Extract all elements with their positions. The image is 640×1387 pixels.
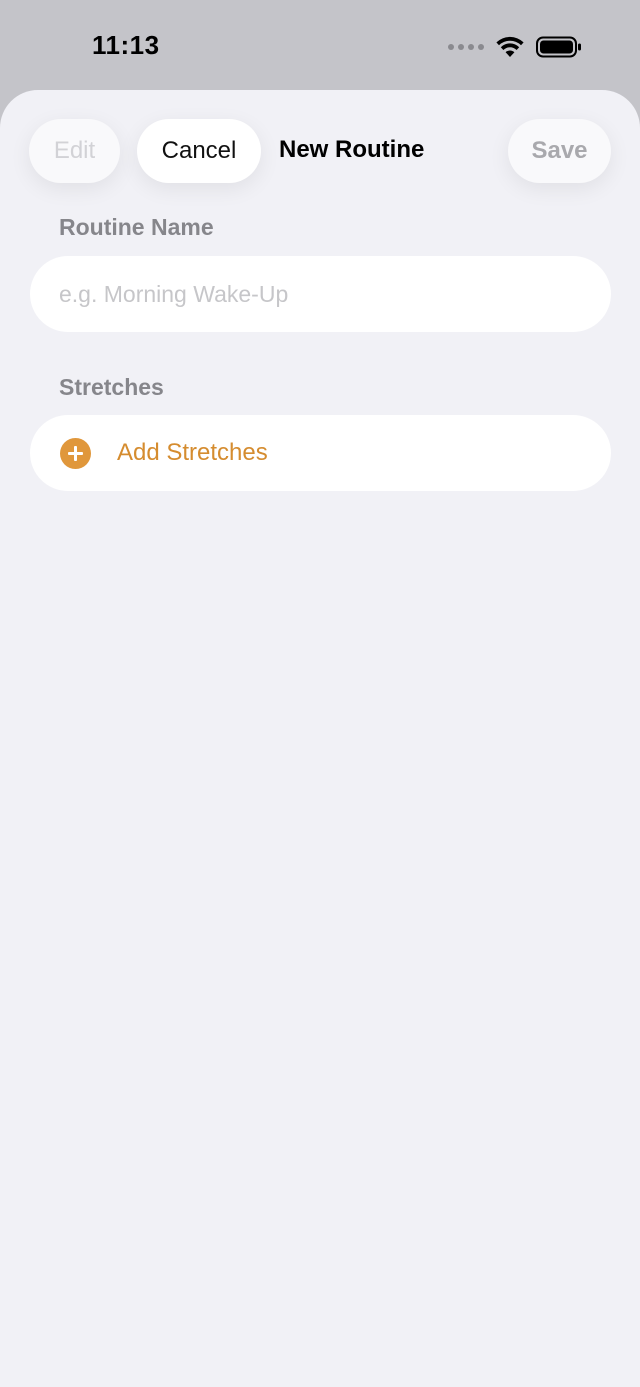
plus-circle-icon [60, 438, 91, 469]
add-stretches-label: Add Stretches [117, 439, 268, 466]
add-stretches-button[interactable]: Add Stretches [30, 415, 611, 491]
page-title: New Routine [279, 136, 425, 163]
battery-icon [536, 36, 581, 58]
stretches-section-label: Stretches [59, 374, 164, 400]
status-time: 11:13 [92, 30, 160, 60]
status-icons [448, 34, 582, 60]
save-button[interactable]: Save [508, 119, 611, 183]
routine-name-field [30, 256, 611, 332]
status-bar: 11:13 [0, 0, 640, 90]
cellular-signal-icon [448, 44, 484, 50]
routine-name-section-label: Routine Name [59, 214, 214, 240]
edit-button[interactable]: Edit [29, 119, 120, 183]
routine-name-input[interactable] [59, 256, 579, 332]
cancel-button[interactable]: Cancel [137, 119, 261, 183]
wifi-icon [496, 36, 524, 57]
new-routine-sheet: Edit Cancel New Routine Save Routine Nam… [0, 90, 640, 1387]
